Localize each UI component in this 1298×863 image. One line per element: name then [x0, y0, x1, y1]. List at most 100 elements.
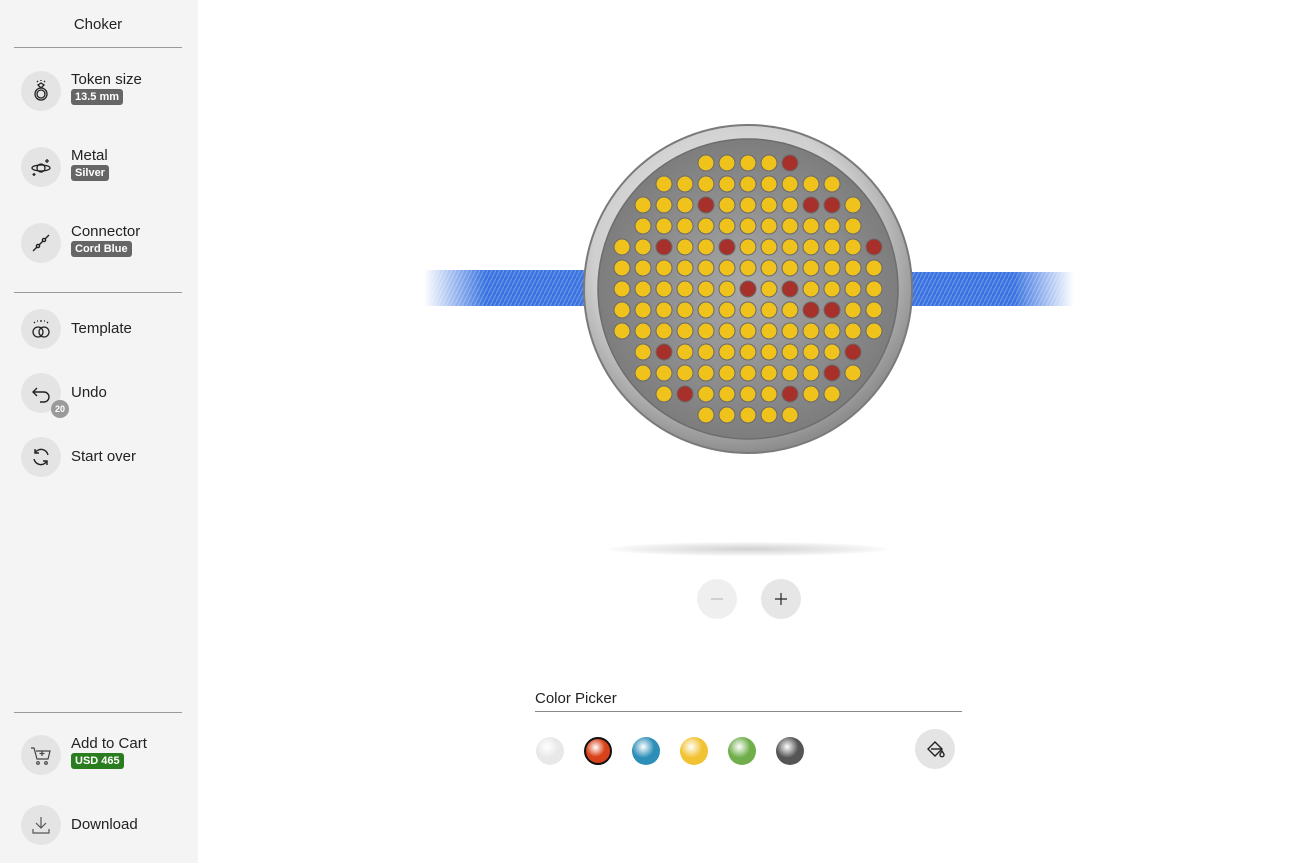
gem-red[interactable] [781, 154, 799, 172]
gem-yellow[interactable] [697, 238, 715, 256]
gem-yellow[interactable] [781, 364, 799, 382]
gem-yellow[interactable] [739, 175, 757, 193]
gem-yellow[interactable] [676, 280, 694, 298]
gem-yellow[interactable] [697, 154, 715, 172]
gem-yellow[interactable] [718, 322, 736, 340]
gem-red[interactable] [823, 301, 841, 319]
gem-yellow[interactable] [781, 406, 799, 424]
gem-yellow[interactable] [739, 301, 757, 319]
gem-yellow[interactable] [739, 238, 757, 256]
gem-yellow[interactable] [760, 259, 778, 277]
gem-red[interactable] [802, 196, 820, 214]
gem-yellow[interactable] [844, 322, 862, 340]
gem-yellow[interactable] [802, 322, 820, 340]
gem-yellow[interactable] [634, 301, 652, 319]
gem-yellow[interactable] [718, 343, 736, 361]
swatch-clear[interactable] [536, 737, 564, 765]
gem-yellow[interactable] [718, 196, 736, 214]
gem-yellow[interactable] [697, 385, 715, 403]
gem-yellow[interactable] [844, 238, 862, 256]
gem-yellow[interactable] [739, 364, 757, 382]
gem-yellow[interactable] [802, 385, 820, 403]
gem-yellow[interactable] [718, 154, 736, 172]
gem-red[interactable] [844, 343, 862, 361]
gem-yellow[interactable] [823, 322, 841, 340]
gem-yellow[interactable] [781, 175, 799, 193]
gem-yellow[interactable] [802, 259, 820, 277]
gem-yellow[interactable] [760, 301, 778, 319]
gem-yellow[interactable] [739, 406, 757, 424]
gem-red[interactable] [823, 364, 841, 382]
gem-yellow[interactable] [697, 301, 715, 319]
gem-yellow[interactable] [760, 154, 778, 172]
gem-yellow[interactable] [823, 259, 841, 277]
connector-option[interactable]: Connector Cord Blue [21, 223, 191, 267]
gem-yellow[interactable] [613, 301, 631, 319]
fill-bucket-button[interactable] [915, 729, 955, 769]
gem-red[interactable] [655, 343, 673, 361]
gem-yellow[interactable] [739, 385, 757, 403]
gem-yellow[interactable] [613, 280, 631, 298]
gem-yellow[interactable] [781, 322, 799, 340]
gem-red[interactable] [739, 280, 757, 298]
gem-yellow[interactable] [718, 280, 736, 298]
gem-yellow[interactable] [613, 238, 631, 256]
swatch-red[interactable] [584, 737, 612, 765]
gem-yellow[interactable] [718, 259, 736, 277]
gem-yellow[interactable] [676, 301, 694, 319]
gem-yellow[interactable] [655, 364, 673, 382]
gem-yellow[interactable] [802, 343, 820, 361]
gem-red[interactable] [802, 301, 820, 319]
gem-yellow[interactable] [739, 154, 757, 172]
gem-yellow[interactable] [781, 238, 799, 256]
gem-yellow[interactable] [655, 301, 673, 319]
gem-yellow[interactable] [613, 259, 631, 277]
gem-yellow[interactable] [676, 196, 694, 214]
gem-yellow[interactable] [676, 238, 694, 256]
gem-yellow[interactable] [760, 322, 778, 340]
gem-yellow[interactable] [697, 322, 715, 340]
gem-red[interactable] [697, 196, 715, 214]
gem-yellow[interactable] [760, 238, 778, 256]
gem-yellow[interactable] [802, 217, 820, 235]
gem-yellow[interactable] [697, 364, 715, 382]
gem-yellow[interactable] [697, 280, 715, 298]
gem-yellow[interactable] [781, 301, 799, 319]
gem-yellow[interactable] [802, 238, 820, 256]
gem-yellow[interactable] [676, 322, 694, 340]
gem-yellow[interactable] [676, 343, 694, 361]
gem-red[interactable] [865, 238, 883, 256]
template-button[interactable]: Template [21, 309, 191, 353]
gem-yellow[interactable] [844, 217, 862, 235]
gem-yellow[interactable] [634, 259, 652, 277]
gem-red[interactable] [718, 238, 736, 256]
gem-yellow[interactable] [718, 406, 736, 424]
undo-button[interactable]: 20 Undo [21, 373, 191, 418]
token-size-option[interactable]: Token size 13.5 mm [21, 71, 191, 115]
gem-yellow[interactable] [613, 322, 631, 340]
gem-yellow[interactable] [697, 175, 715, 193]
swatch-green[interactable] [728, 737, 756, 765]
gem-yellow[interactable] [760, 196, 778, 214]
gem-yellow[interactable] [844, 259, 862, 277]
metal-option[interactable]: Metal Silver [21, 147, 191, 191]
gem-red[interactable] [655, 238, 673, 256]
gem-yellow[interactable] [676, 217, 694, 235]
gem-yellow[interactable] [760, 406, 778, 424]
zoom-out-button[interactable] [697, 579, 737, 619]
gem-yellow[interactable] [760, 364, 778, 382]
gem-yellow[interactable] [655, 322, 673, 340]
gem-yellow[interactable] [676, 259, 694, 277]
gem-yellow[interactable] [655, 175, 673, 193]
gem-yellow[interactable] [655, 280, 673, 298]
gem-yellow[interactable] [634, 196, 652, 214]
choker-preview[interactable] [416, 110, 1086, 480]
gem-yellow[interactable] [718, 364, 736, 382]
gem-yellow[interactable] [802, 364, 820, 382]
gem-yellow[interactable] [634, 343, 652, 361]
gem-yellow[interactable] [865, 259, 883, 277]
zoom-in-button[interactable] [761, 579, 801, 619]
gem-yellow[interactable] [760, 217, 778, 235]
gem-yellow[interactable] [823, 175, 841, 193]
gem-yellow[interactable] [697, 406, 715, 424]
